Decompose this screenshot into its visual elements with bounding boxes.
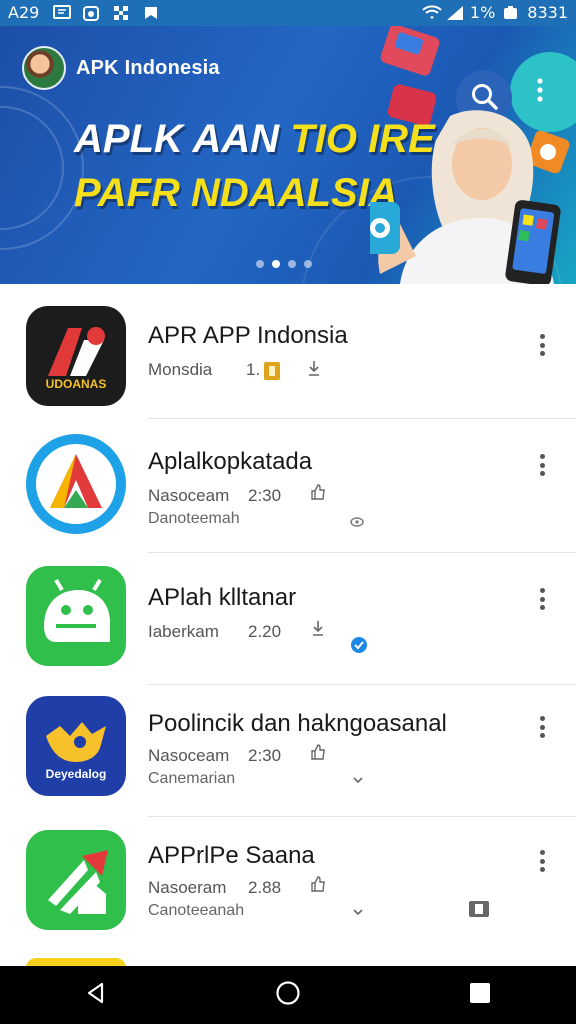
chevron-down-icon <box>352 772 364 790</box>
recents-square-icon[interactable] <box>468 981 492 1010</box>
app-title[interactable]: APPrlPe Saana <box>148 842 315 870</box>
carousel-dot[interactable] <box>304 260 312 268</box>
app-version: 1. <box>246 360 261 379</box>
app-publisher: Iaberkam <box>148 622 219 641</box>
thumbs-up-icon <box>310 744 326 765</box>
item-menu-button[interactable] <box>530 846 554 876</box>
bag-icon <box>143 5 159 21</box>
app-title[interactable]: APR APP Indonsia <box>148 322 348 350</box>
app-title[interactable]: Aplalkopkatada <box>148 448 312 476</box>
list-item[interactable]: APlah klltanar Iaberkam 2.20 <box>0 552 576 685</box>
carousel-dot[interactable] <box>256 260 264 268</box>
apk-logo-icon: UDOANAS <box>46 327 107 391</box>
list-item[interactable]: UDOANAS APR APP Indonsia Monsdia 1. <box>0 284 576 419</box>
woman-illustration <box>370 110 561 284</box>
eye-icon <box>350 514 364 532</box>
app-icon[interactable]: UDOANAS <box>26 306 126 406</box>
carousel-indicator[interactable] <box>256 260 312 268</box>
download-icon <box>306 360 322 381</box>
app-icon[interactable] <box>26 830 126 930</box>
app-category: Canoteeanah <box>148 902 245 919</box>
more-vert-icon <box>537 77 543 107</box>
app-icon[interactable]: Deyedalog <box>26 696 126 796</box>
status-time-right: 8331 <box>527 3 568 22</box>
home-circle-icon[interactable] <box>275 980 301 1011</box>
app-version: 2:30 <box>248 746 282 765</box>
list-item[interactable]: Aplalkopkatada Nasoceam 2:30 Danoteemah <box>0 418 576 553</box>
hero-banner[interactable]: APK Indonesia APLK AAN TIO IRE: PAFR NDA… <box>0 26 576 284</box>
app-title[interactable]: APlah klltanar <box>148 584 296 612</box>
battery-icon <box>503 5 519 21</box>
android-robot-icon <box>44 578 110 642</box>
app-name: APK Indonesia <box>76 56 220 79</box>
item-menu-button[interactable] <box>530 450 554 480</box>
app-icon[interactable] <box>26 566 126 666</box>
banner-decoration <box>0 86 84 250</box>
app-category: Danoteemah <box>148 510 240 527</box>
app-title[interactable]: Poolincik dan hakngoasanal <box>148 710 447 738</box>
app-publisher: Monsdia <box>148 360 213 379</box>
app-icon-label: Deyedalog <box>46 767 107 781</box>
brand-avatar <box>22 46 66 90</box>
verified-icon <box>350 636 368 659</box>
app-publisher: Nasoceam <box>148 746 230 765</box>
chevron-down-icon <box>352 904 364 922</box>
headline-line1-white: APLK AAN <box>74 117 291 161</box>
wifi-icon <box>422 4 442 21</box>
triangle-a-logo-icon <box>36 444 116 524</box>
app-icon[interactable] <box>26 434 126 534</box>
status-bar: A29 1% 8331 <box>0 0 576 26</box>
app-list: UDOANAS APR APP Indonsia Monsdia 1. Apla… <box>0 284 576 968</box>
camera-icon <box>83 5 100 21</box>
app-publisher: Nasoceam <box>148 486 230 505</box>
status-time-left: A29 <box>8 3 40 22</box>
list-item[interactable]: APPrlPe Saana Nasoeram 2.88 Canoteeanah <box>0 816 576 956</box>
brand[interactable]: APK Indonesia <box>22 46 220 90</box>
bird-logo-icon: Deyedalog <box>46 722 107 781</box>
thumbs-up-icon <box>310 484 326 505</box>
app-icon-label: UDOANAS <box>46 377 107 391</box>
signal-icon <box>446 5 463 21</box>
message-icon <box>53 4 72 21</box>
house-arrow-icon <box>48 850 108 914</box>
app-version: 2.88 <box>248 878 282 897</box>
back-triangle-icon[interactable] <box>84 981 108 1010</box>
grid-icon <box>113 5 129 21</box>
carousel-dot-active[interactable] <box>272 260 280 268</box>
app-version: 2:30 <box>248 486 282 505</box>
download-icon <box>310 620 326 641</box>
app-publisher: Nasoeram <box>148 878 227 897</box>
item-menu-button[interactable] <box>530 584 554 614</box>
list-item[interactable]: Deyedalog Poolincik dan hakngoasanal Nas… <box>0 684 576 817</box>
system-nav-bar <box>0 966 576 1024</box>
item-menu-button[interactable] <box>530 712 554 742</box>
thumbs-up-icon <box>310 876 326 897</box>
carousel-dot[interactable] <box>288 260 296 268</box>
item-menu-button[interactable] <box>530 330 554 360</box>
badge-icon <box>262 358 282 385</box>
battery-percent: 1% <box>469 3 496 22</box>
app-category: Canemarian <box>148 770 236 787</box>
app-version: 2.20 <box>248 622 282 641</box>
install-icon[interactable] <box>468 900 490 923</box>
